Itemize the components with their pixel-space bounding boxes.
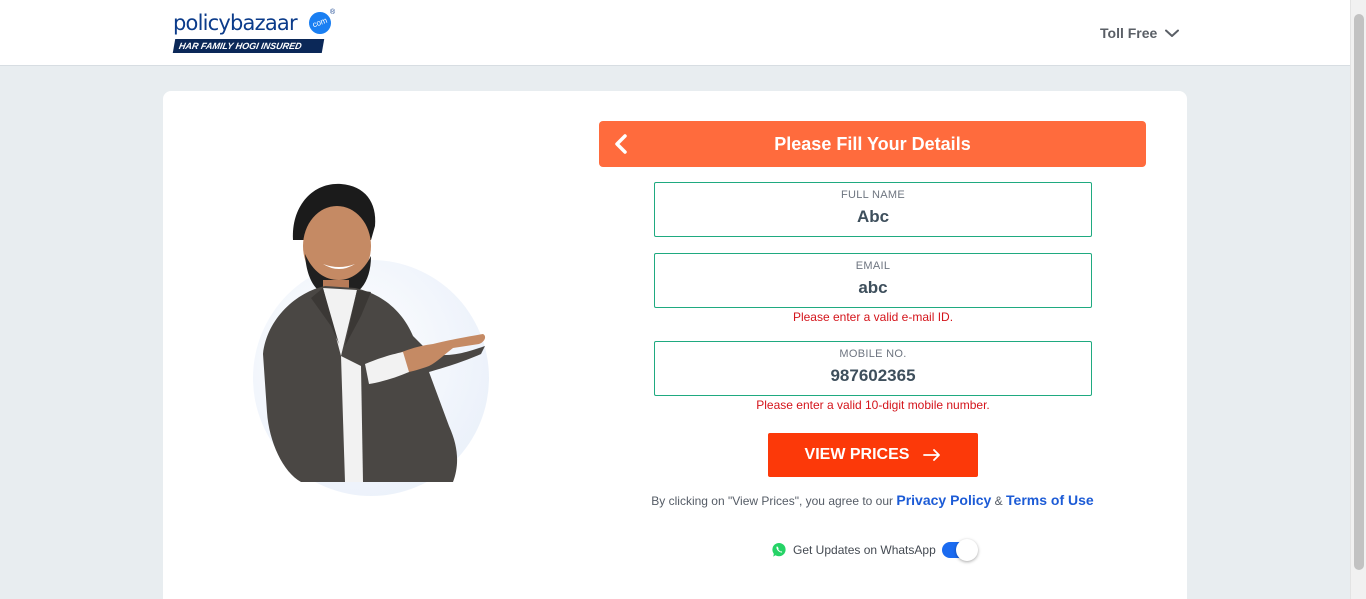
terms-of-use-link[interactable]: Terms of Use xyxy=(1006,492,1094,508)
logo-registered-mark: ® xyxy=(330,9,336,16)
form-header: Please Fill Your Details xyxy=(599,121,1146,167)
mobile-label: MOBILE NO. xyxy=(839,348,907,360)
whatsapp-label: Get Updates on WhatsApp xyxy=(793,543,936,557)
whatsapp-optin: Get Updates on WhatsApp xyxy=(771,539,978,561)
full-name-field[interactable]: FULL NAME xyxy=(654,182,1092,237)
consent-text: By clicking on "View Prices", you agree … xyxy=(599,491,1146,510)
view-prices-label: VIEW PRICES xyxy=(804,446,910,463)
toggle-knob[interactable] xyxy=(955,539,978,561)
email-label: EMAIL xyxy=(855,260,891,272)
toll-free-label: Toll Free xyxy=(1100,25,1158,41)
toll-free-dropdown[interactable]: Toll Free xyxy=(1100,24,1180,42)
mobile-error-message: Please enter a valid 10-digit mobile num… xyxy=(756,398,990,412)
full-name-label: FULL NAME xyxy=(840,189,906,201)
mobile-field[interactable]: MOBILE NO. xyxy=(654,341,1092,396)
page-scrollbar[interactable] xyxy=(1350,0,1366,599)
details-card: Please Fill Your Details FULL NAME EMAIL… xyxy=(163,91,1187,599)
logo-wordmark: policybazaar xyxy=(173,11,298,35)
email-input[interactable] xyxy=(655,277,1091,299)
ambassador-figure xyxy=(263,183,486,482)
arrow-right-icon xyxy=(923,449,941,461)
logo-tagline: HAR FAMILY HOGI INSURED xyxy=(172,39,325,53)
scrollbar-thumb[interactable] xyxy=(1354,14,1364,570)
full-name-input[interactable] xyxy=(655,206,1091,228)
whatsapp-icon xyxy=(772,543,786,557)
chevron-down-icon xyxy=(1165,29,1180,37)
brand-ambassador-illustration xyxy=(253,176,493,496)
top-header: policybazaar com ® HAR FAMILY HOGI INSUR… xyxy=(0,0,1350,66)
consent-joiner: & xyxy=(994,494,1003,508)
form-title: Please Fill Your Details xyxy=(774,134,971,154)
consent-prefix: By clicking on "View Prices", you agree … xyxy=(651,494,894,508)
email-error-message: Please enter a valid e-mail ID. xyxy=(792,310,954,324)
view-prices-button[interactable]: VIEW PRICES xyxy=(768,433,978,477)
whatsapp-toggle[interactable] xyxy=(941,539,978,561)
privacy-policy-link[interactable]: Privacy Policy xyxy=(896,492,991,508)
email-field[interactable]: EMAIL xyxy=(654,253,1092,308)
mobile-input[interactable] xyxy=(655,365,1091,387)
policybazaar-logo[interactable]: policybazaar com ® HAR FAMILY HOGI INSUR… xyxy=(172,8,338,56)
